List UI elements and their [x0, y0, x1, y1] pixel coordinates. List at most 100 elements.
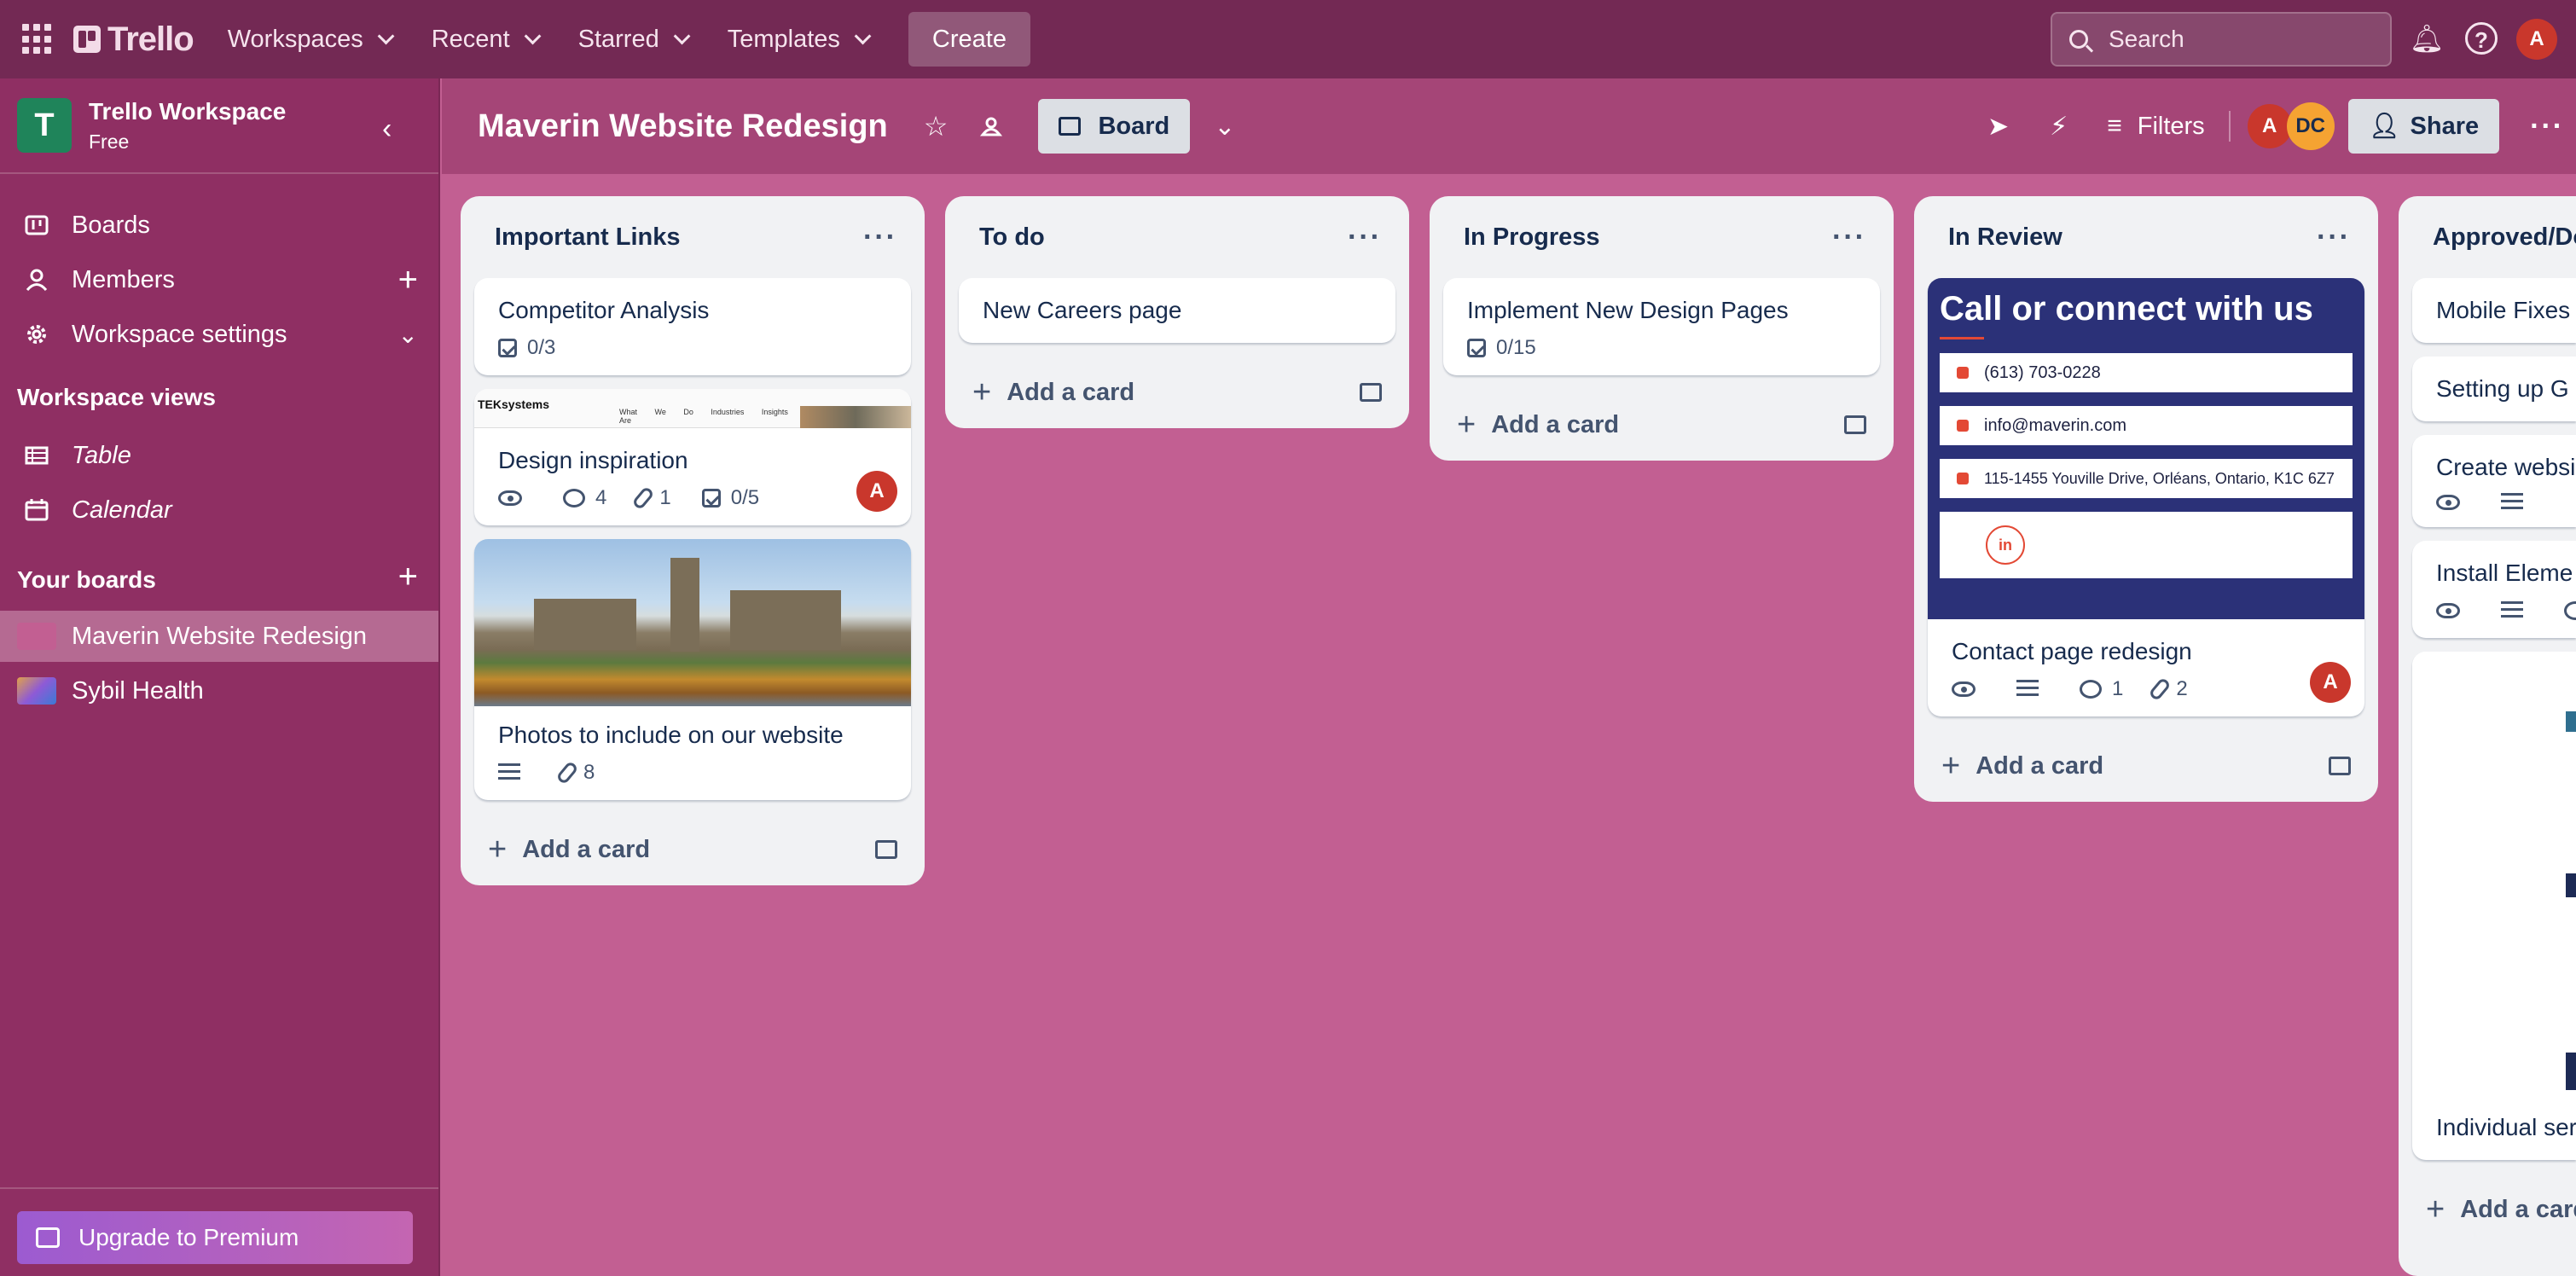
rocket-icon[interactable]: ➤ [1987, 112, 2009, 142]
card-new-careers-page[interactable]: New Careers page [959, 278, 1395, 343]
list-title[interactable]: To do [979, 223, 1045, 252]
automation-lightning-icon[interactable]: ⚡︎ [2050, 112, 2068, 142]
search-input[interactable]: Search [2051, 12, 2392, 67]
premium-icon [36, 1227, 60, 1248]
nav-workspaces[interactable]: Workspaces [228, 26, 395, 54]
sidebar-item-workspace-settings[interactable]: Workspace settings ⌄ [0, 309, 438, 360]
card-template-icon[interactable] [1360, 383, 1382, 402]
filters-label: Filters [2137, 112, 2205, 140]
cover-phone: (613) 703-0228 [1984, 362, 2101, 382]
nav-templates[interactable]: Templates [728, 26, 872, 54]
board-view-button[interactable]: Board [1038, 99, 1191, 154]
email-icon [1957, 420, 1969, 432]
visibility-icon[interactable] [978, 113, 1004, 139]
chevron-down-icon[interactable]: ⌄ [398, 321, 418, 349]
card-template-icon[interactable] [1844, 415, 1866, 434]
star-icon[interactable]: ☆ [924, 110, 949, 142]
create-button[interactable]: Create [908, 12, 1030, 67]
card-photos-to-include[interactable]: Photos to include on our website 8 [474, 539, 911, 800]
add-card-button[interactable]: + Add a card [2399, 1174, 2576, 1245]
board-title[interactable]: Maverin Website Redesign [478, 108, 888, 145]
card-install-elements[interactable]: Install Eleme 1 [2412, 541, 2576, 638]
checklist-icon [1467, 339, 1486, 357]
comment-icon [2080, 680, 2102, 699]
views-chevron-down-icon[interactable]: ⌄ [1214, 112, 1235, 142]
sidebar-divider [0, 1187, 438, 1189]
card-contact-page-redesign[interactable]: Call or connect with us (613) 703-0228 i… [1928, 278, 2364, 716]
list-menu-icon[interactable]: ··· [1832, 221, 1866, 254]
sidebar-item-calendar[interactable]: Calendar [0, 484, 438, 536]
card-badges: 8 [474, 760, 911, 800]
cover-email: info@maverin.com [1984, 415, 2127, 435]
card-implement-new-design-pages[interactable]: Implement New Design Pages 0/15 [1443, 278, 1880, 375]
member-avatar[interactable]: A [2247, 104, 2292, 148]
card-title: Individual ser [2436, 1114, 2576, 1140]
list-title[interactable]: In Progress [1464, 223, 1600, 252]
upgrade-to-premium-button[interactable]: Upgrade to Premium [17, 1211, 413, 1264]
nav-starred[interactable]: Starred [578, 26, 691, 54]
card-title: Create websi [2436, 454, 2576, 480]
add-member-icon[interactable]: + [398, 261, 418, 299]
list-title[interactable]: In Review [1948, 223, 2063, 252]
list-menu-icon[interactable]: ··· [863, 221, 897, 254]
checklist-count: 0/15 [1496, 336, 1536, 359]
collapse-sidebar-icon[interactable]: ‹ [382, 113, 392, 146]
sidebar-item-boards[interactable]: Boards [0, 200, 438, 251]
chevron-down-icon [673, 27, 691, 45]
board-color-thumbnail [17, 623, 56, 650]
list-to-do: To do ··· New Careers page + Add a card [945, 196, 1409, 428]
list-title[interactable]: Important Links [495, 223, 681, 252]
card-badges: 1 [2412, 599, 2576, 638]
workspace-plan: Free [89, 130, 130, 153]
list-important-links: Important Links ··· Competitor Analysis … [461, 196, 925, 885]
add-card-button[interactable]: + Add a card [1914, 730, 2378, 802]
share-button[interactable]: 👤︎ Share [2347, 99, 2500, 154]
comment-icon [2564, 601, 2576, 620]
plus-icon: + [488, 831, 508, 867]
member-avatar[interactable]: DC [2286, 102, 2335, 150]
list-menu-icon[interactable]: ··· [2317, 221, 2351, 254]
add-board-icon[interactable]: + [398, 558, 418, 596]
card-member-avatar[interactable]: A [2310, 662, 2351, 703]
share-label: Share [2410, 113, 2480, 140]
filters-button[interactable]: ≡ Filters [2107, 112, 2204, 141]
boards-icon [25, 215, 49, 235]
card-badges: 1 2 [1928, 676, 2364, 716]
header-divider [2228, 111, 2231, 142]
trello-logo[interactable]: Trello [73, 20, 194, 59]
sidebar-item-table[interactable]: Table [0, 430, 438, 481]
list-header: In Review ··· [1914, 196, 2378, 278]
board-menu-icon[interactable]: ··· [2530, 110, 2564, 143]
list-title[interactable]: Approved/Do [2433, 223, 2576, 252]
help-icon[interactable]: ? [2465, 22, 2498, 55]
sidebar-item-members[interactable]: Members + [0, 254, 438, 305]
card-mobile-fixes[interactable]: Mobile Fixes [2412, 278, 2576, 343]
card-template-icon[interactable] [875, 840, 897, 859]
card-design-inspiration[interactable]: TEKsystems What We Do Industries Insight… [474, 389, 911, 525]
sidebar-board-maverin[interactable]: Maverin Website Redesign [0, 611, 438, 662]
add-card-button[interactable]: + Add a card [945, 357, 1409, 428]
board-view-label: Board [1098, 112, 1170, 140]
card-template-icon[interactable] [2329, 757, 2351, 775]
card-setting-up[interactable]: Setting up G [2412, 357, 2576, 421]
plus-icon: + [1941, 747, 1961, 784]
card-member-avatar[interactable]: A [856, 471, 897, 512]
comment-icon [563, 489, 585, 508]
card-competitor-analysis[interactable]: Competitor Analysis 0/3 [474, 278, 911, 375]
chevron-down-icon [524, 27, 542, 45]
plus-icon: + [2426, 1191, 2445, 1227]
user-avatar[interactable]: A [2516, 19, 2557, 60]
nav-recent[interactable]: Recent [432, 26, 542, 54]
add-card-button[interactable]: + Add a card [461, 814, 925, 885]
card-title: Photos to include on our website [498, 722, 844, 748]
sidebar-board-sybil-health[interactable]: Sybil Health [0, 665, 438, 716]
attachment-count: 1 [659, 486, 671, 509]
list-menu-icon[interactable]: ··· [1348, 221, 1382, 254]
add-card-button[interactable]: + Add a card [1430, 389, 1894, 461]
workspace-name[interactable]: Trello Workspace [89, 98, 286, 125]
sidebar-board-label: Sybil Health [72, 676, 204, 705]
card-create-website[interactable]: Create websi [2412, 435, 2576, 527]
notifications-bell-icon[interactable]: 🔔︎ [2409, 20, 2445, 56]
card-individual-service[interactable]: Individual ser [2412, 652, 2576, 1160]
app-switcher-icon[interactable] [22, 24, 53, 55]
